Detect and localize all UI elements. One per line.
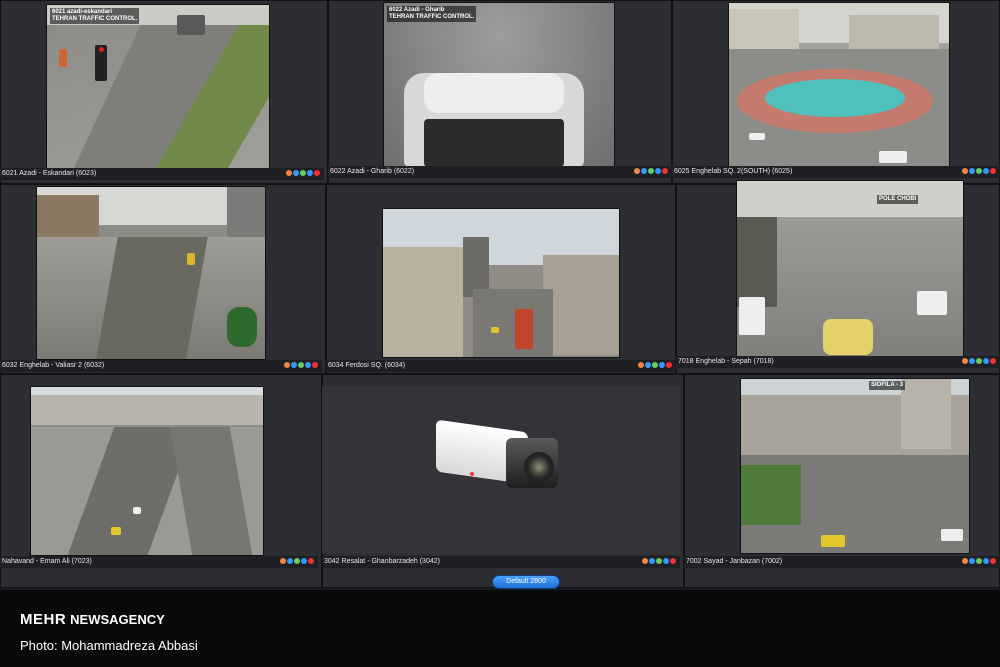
- camera-overlay-6: POLE CHOBI: [877, 195, 919, 204]
- default-preset-button[interactable]: Default 2800: [492, 575, 560, 589]
- video-wall: 6021 azadi-eskandari TEHRAN TRAFFIC CONT…: [0, 0, 1000, 590]
- camera-control-icons[interactable]: [285, 170, 320, 178]
- camera-feed-8-placeholder[interactable]: [322, 386, 680, 554]
- camera-caption-7: Nahavand - Emam Ali (7023): [0, 556, 318, 568]
- camera-control-icons[interactable]: [961, 558, 996, 566]
- camera-control-icons[interactable]: [279, 558, 314, 566]
- camera-overlay-2: 6022 Azadi - Gharib TEHRAN TRAFFIC CONTR…: [387, 6, 477, 22]
- camera-caption-6: 7018 Enghelab - Sepah (7018): [676, 356, 1000, 368]
- camera-caption-label: 7002 Sayad - Janbazan (7002): [686, 558, 783, 565]
- camera-control-icons[interactable]: [637, 362, 672, 370]
- camera-feed-2[interactable]: 6022 Azadi - Gharib TEHRAN TRAFFIC CONTR…: [383, 2, 615, 168]
- camera-caption-label: 6025 Enghelab SQ. 2(SOUTH) (6025): [674, 168, 793, 175]
- camera-caption-label: 6032 Enghelab - Valiasr 2 (6032): [2, 362, 105, 369]
- camera-feed-7[interactable]: [30, 386, 264, 556]
- cctv-camera-icon: [436, 419, 568, 492]
- camera-caption-4: 6032 Enghelab - Valiasr 2 (6032): [0, 360, 322, 372]
- camera-feed-1[interactable]: 6021 azadi-eskandari TEHRAN TRAFFIC CONT…: [46, 4, 270, 170]
- camera-caption-9: 7002 Sayad - Janbazan (7002): [684, 556, 1000, 568]
- camera-feed-4[interactable]: [36, 186, 266, 360]
- camera-caption-label: 7018 Enghelab - Sepah (7018): [678, 358, 774, 365]
- camera-caption-label: 6034 Ferdosi SQ. (6034): [328, 362, 406, 369]
- camera-control-icons[interactable]: [641, 558, 676, 566]
- camera-control-icons[interactable]: [961, 168, 996, 176]
- agency-logo: MEHR NEWSAGENCY: [20, 611, 165, 629]
- camera-feed-3[interactable]: [728, 2, 950, 168]
- camera-feed-9[interactable]: SIOFILA - 3: [740, 378, 970, 554]
- camera-caption-label: 3042 Resalat - Ghanbarzadeh (3042): [324, 558, 440, 565]
- camera-control-icons[interactable]: [961, 358, 996, 366]
- photo-credit: Photo: Mohammadreza Abbasi: [20, 638, 198, 653]
- camera-caption-1: 6021 Azadi - Eskandari (6023): [0, 168, 324, 180]
- camera-caption-5: 6034 Ferdosi SQ. (6034): [326, 360, 676, 372]
- camera-control-icons[interactable]: [283, 362, 318, 370]
- camera-control-icons[interactable]: [633, 168, 668, 176]
- camera-overlay-9: SIOFILA - 3: [869, 381, 906, 390]
- camera-caption-label: 6022 Azadi - Gharib (6022): [330, 168, 415, 175]
- camera-feed-6[interactable]: POLE CHOBI: [736, 180, 964, 360]
- camera-caption-2: 6022 Azadi - Gharib (6022): [328, 166, 672, 178]
- camera-caption-8: 3042 Resalat - Ghanbarzadeh (3042): [322, 556, 680, 568]
- agency-name: MEHR: [20, 611, 67, 628]
- camera-caption-3: 6025 Enghelab SQ. 2(SOUTH) (6025): [672, 166, 1000, 178]
- camera-caption-label: 6021 Azadi - Eskandari (6023): [2, 170, 97, 177]
- camera-overlay-1: 6021 azadi-eskandari TEHRAN TRAFFIC CONT…: [50, 8, 140, 24]
- camera-caption-label: Nahavand - Emam Ali (7023): [2, 558, 92, 565]
- camera-feed-5[interactable]: [382, 208, 620, 358]
- agency-suffix: NEWSAGENCY: [70, 612, 165, 627]
